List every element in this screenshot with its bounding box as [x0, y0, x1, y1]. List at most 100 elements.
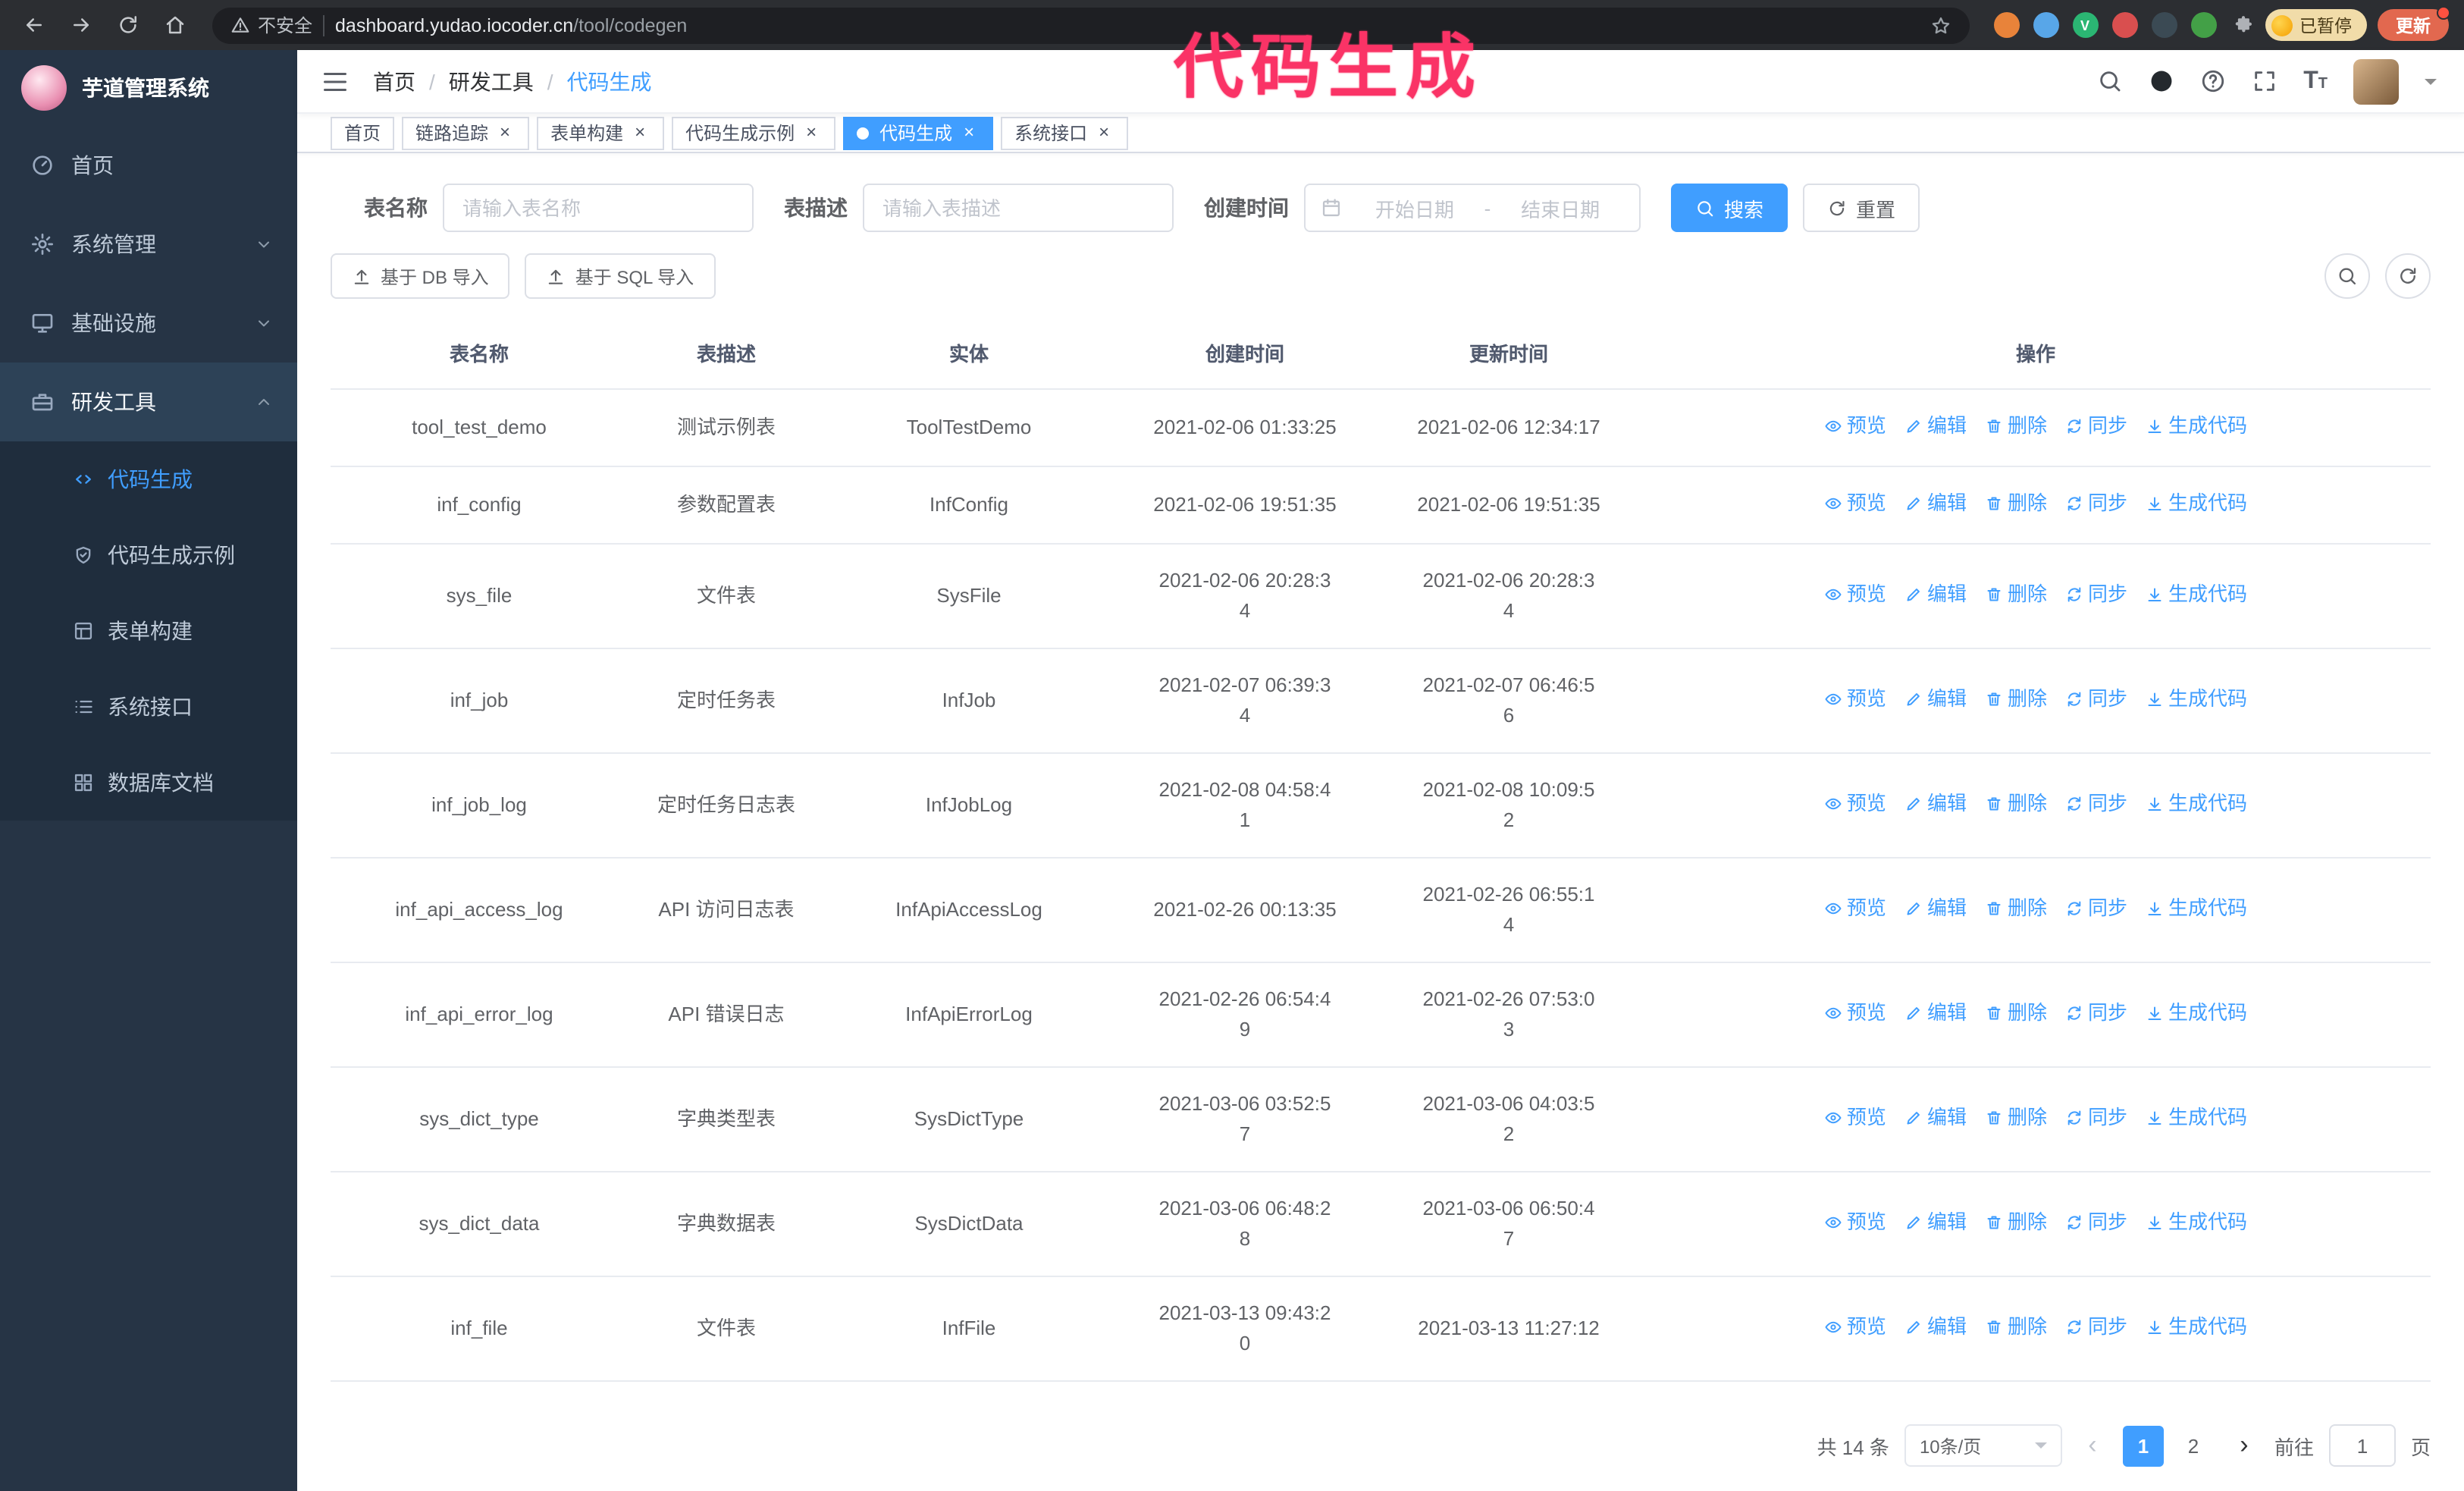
action-generate-code-link[interactable]: 生成代码 — [2146, 893, 2247, 924]
action-sync-link[interactable]: 同步 — [2065, 1312, 2127, 1342]
action-generate-code-link[interactable]: 生成代码 — [2146, 789, 2247, 819]
reset-button[interactable]: 重置 — [1803, 184, 1920, 232]
action-preview-link[interactable]: 预览 — [1824, 789, 1886, 819]
fox-extension-icon[interactable] — [1993, 12, 2019, 38]
action-delete-link[interactable]: 删除 — [1985, 579, 2047, 610]
goto-page-input[interactable] — [2328, 1424, 2396, 1467]
breadcrumb-item[interactable]: 首页 — [373, 66, 415, 96]
action-edit-link[interactable]: 编辑 — [1904, 684, 1967, 714]
table-desc-input[interactable] — [863, 184, 1174, 232]
action-edit-link[interactable]: 编辑 — [1904, 1312, 1967, 1342]
tab-close-icon[interactable]: × — [494, 121, 516, 143]
toggle-search-button[interactable] — [2324, 253, 2370, 299]
action-sync-link[interactable]: 同步 — [2065, 1103, 2127, 1133]
dark-extension-icon[interactable] — [2151, 12, 2177, 38]
address-bar[interactable]: 不安全 dashboard.yudao.iocoder.cn/tool/code… — [212, 7, 1969, 43]
action-generate-code-link[interactable]: 生成代码 — [2146, 488, 2247, 519]
action-edit-link[interactable]: 编辑 — [1904, 488, 1967, 519]
action-sync-link[interactable]: 同步 — [2065, 488, 2127, 519]
action-edit-link[interactable]: 编辑 — [1904, 1207, 1967, 1238]
action-preview-link[interactable]: 预览 — [1824, 893, 1886, 924]
reload-icon[interactable] — [109, 7, 146, 43]
action-generate-code-link[interactable]: 生成代码 — [2146, 579, 2247, 610]
page-button-1[interactable]: 1 — [2122, 1425, 2164, 1466]
bookmark-star-icon[interactable] — [1930, 14, 1951, 36]
update-button[interactable]: 更新 — [2378, 6, 2450, 41]
action-sync-link[interactable]: 同步 — [2065, 789, 2127, 819]
action-generate-code-link[interactable]: 生成代码 — [2146, 1207, 2247, 1238]
tab-0[interactable]: 首页 — [331, 116, 395, 150]
user-avatar[interactable] — [2353, 58, 2399, 105]
action-generate-code-link[interactable]: 生成代码 — [2146, 411, 2247, 441]
action-preview-link[interactable]: 预览 — [1824, 1312, 1886, 1342]
tab-5[interactable]: 系统接口 × — [1001, 116, 1129, 150]
sidebar-item-system-api[interactable]: 系统接口 — [0, 669, 297, 745]
action-edit-link[interactable]: 编辑 — [1904, 998, 1967, 1028]
action-preview-link[interactable]: 预览 — [1824, 684, 1886, 714]
action-preview-link[interactable]: 预览 — [1824, 488, 1886, 519]
hamburger-menu-icon[interactable] — [321, 67, 349, 95]
action-delete-link[interactable]: 删除 — [1985, 893, 2047, 924]
action-sync-link[interactable]: 同步 — [2065, 998, 2127, 1028]
sidebar-item-codegen-example[interactable]: 代码生成示例 — [0, 517, 297, 593]
action-delete-link[interactable]: 删除 — [1985, 488, 2047, 519]
github-icon[interactable] — [2149, 68, 2174, 94]
fullscreen-icon[interactable] — [2252, 68, 2277, 94]
table-name-input[interactable] — [443, 184, 754, 232]
action-delete-link[interactable]: 删除 — [1985, 998, 2047, 1028]
action-generate-code-link[interactable]: 生成代码 — [2146, 1312, 2247, 1342]
action-preview-link[interactable]: 预览 — [1824, 411, 1886, 441]
action-preview-link[interactable]: 预览 — [1824, 1103, 1886, 1133]
action-sync-link[interactable]: 同步 — [2065, 411, 2127, 441]
tab-4[interactable]: 代码生成 × — [843, 116, 994, 150]
tab-close-icon[interactable]: × — [629, 121, 650, 143]
action-delete-link[interactable]: 删除 — [1985, 789, 2047, 819]
action-generate-code-link[interactable]: 生成代码 — [2146, 684, 2247, 714]
action-sync-link[interactable]: 同步 — [2065, 579, 2127, 610]
app-logo[interactable]: 芋道管理系统 — [0, 50, 297, 126]
sidebar-item-db-doc[interactable]: 数据库文档 — [0, 745, 297, 821]
back-icon[interactable] — [15, 7, 52, 43]
tab-close-icon[interactable]: × — [801, 121, 822, 143]
action-sync-link[interactable]: 同步 — [2065, 684, 2127, 714]
caret-down-icon[interactable] — [2425, 78, 2437, 90]
tab-close-icon[interactable]: × — [958, 121, 980, 143]
sidebar-item-devtools[interactable]: 研发工具 — [0, 363, 297, 441]
action-generate-code-link[interactable]: 生成代码 — [2146, 1103, 2247, 1133]
extensions-puzzle-icon[interactable] — [2231, 14, 2254, 36]
leaf-extension-icon[interactable] — [2190, 12, 2216, 38]
action-delete-link[interactable]: 删除 — [1985, 1103, 2047, 1133]
action-delete-link[interactable]: 删除 — [1985, 411, 2047, 441]
page-button-2[interactable]: 2 — [2172, 1425, 2214, 1466]
action-preview-link[interactable]: 预览 — [1824, 998, 1886, 1028]
multicolor-extension-icon[interactable] — [2111, 12, 2137, 38]
sidebar-item-codegen[interactable]: 代码生成 — [0, 441, 297, 517]
security-chip[interactable]: 不安全 — [230, 12, 312, 38]
action-edit-link[interactable]: 编辑 — [1904, 789, 1967, 819]
import-db-button[interactable]: 基于 DB 导入 — [331, 253, 510, 299]
prev-page-button[interactable]: ‹ — [2077, 1425, 2108, 1466]
tab-2[interactable]: 表单构建 × — [537, 116, 665, 150]
action-preview-link[interactable]: 预览 — [1824, 579, 1886, 610]
sidebar-item-infra[interactable]: 基础设施 — [0, 284, 297, 363]
action-sync-link[interactable]: 同步 — [2065, 893, 2127, 924]
tab-1[interactable]: 链路追踪 × — [402, 116, 530, 150]
sidebar-item-form-builder[interactable]: 表单构建 — [0, 593, 297, 669]
tab-3[interactable]: 代码生成示例 × — [672, 116, 836, 150]
home-icon[interactable] — [156, 7, 193, 43]
blue-extension-icon[interactable] — [2033, 12, 2058, 38]
action-edit-link[interactable]: 编辑 — [1904, 579, 1967, 610]
sidebar-item-system[interactable]: 系统管理 — [0, 205, 297, 284]
breadcrumb-item[interactable]: 研发工具 — [449, 66, 534, 96]
search-button[interactable]: 搜索 — [1671, 184, 1788, 232]
action-delete-link[interactable]: 删除 — [1985, 1312, 2047, 1342]
help-icon[interactable] — [2200, 68, 2226, 94]
forward-icon[interactable] — [62, 7, 99, 43]
tab-close-icon[interactable]: × — [1093, 121, 1114, 143]
green-v-extension-icon[interactable]: V — [2072, 12, 2098, 38]
search-icon[interactable] — [2097, 68, 2123, 94]
action-preview-link[interactable]: 预览 — [1824, 1207, 1886, 1238]
profile-paused-badge[interactable]: 已暂停 — [2265, 9, 2367, 41]
create-time-range-picker[interactable]: 开始日期 - 结束日期 — [1304, 184, 1641, 232]
action-delete-link[interactable]: 删除 — [1985, 1207, 2047, 1238]
